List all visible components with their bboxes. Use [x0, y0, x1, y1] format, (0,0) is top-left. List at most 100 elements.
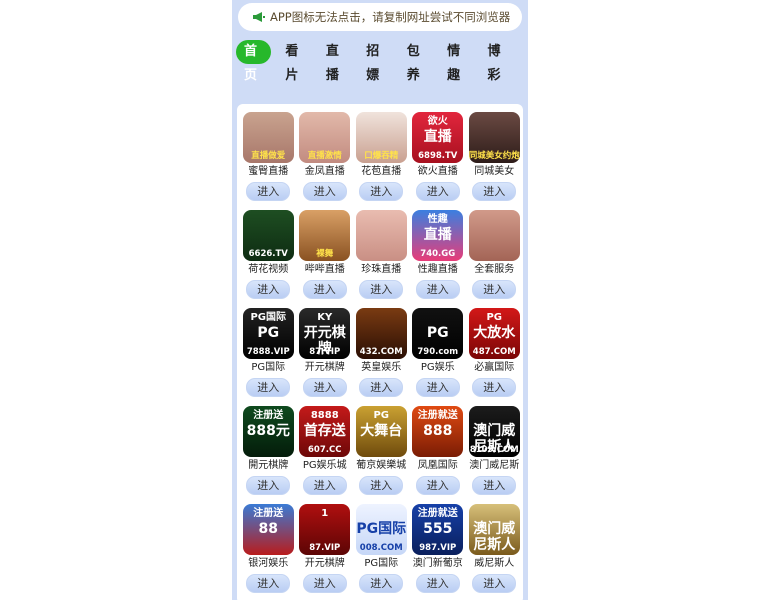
app-thumbnail[interactable]: 口爆吞精 [355, 112, 407, 163]
enter-button[interactable]: 进入 [359, 476, 404, 495]
enter-button[interactable]: 进入 [246, 476, 291, 495]
app-tile[interactable]: 口爆吞精 花苞直播 进入 [353, 112, 410, 210]
app-tile[interactable]: 注册送 888元 開元棋牌 进入 [240, 406, 297, 504]
thumbnail-banner-text: 同城美女约炮 [468, 151, 520, 161]
megaphone-icon [252, 11, 266, 23]
app-thumbnail[interactable]: 注册就送 555 987.VIP [412, 504, 464, 555]
app-tile[interactable]: PG 790.com PG娱乐 进入 [410, 308, 467, 406]
enter-button[interactable]: 进入 [415, 574, 460, 593]
app-name: 威尼斯人 [474, 558, 515, 569]
thumbnail-bot-text: 487.COM [472, 347, 516, 357]
enter-button[interactable]: 进入 [246, 574, 291, 593]
enter-button[interactable]: 进入 [246, 182, 291, 201]
app-thumbnail[interactable]: 性趣 直播 740.GG [412, 210, 464, 261]
app-thumbnail[interactable]: 8888 首存送 607.CC [299, 406, 351, 457]
app-thumbnail[interactable]: PG 790.com [412, 308, 464, 359]
app-thumbnail[interactable]: 432.COM [355, 308, 407, 359]
thumbnail-banner-text: 直播激情 [307, 151, 342, 161]
app-row: 6626.TV 荷花视频 进入 裸舞 哔哔直播 进入 珍珠直播 进入 性趣 直播 740.GG 性趣直… [240, 210, 523, 308]
enter-button[interactable]: 进入 [472, 574, 517, 593]
enter-button[interactable]: 进入 [415, 182, 460, 201]
nav-item-adult[interactable]: 情趣 [443, 40, 470, 83]
app-name: 澳门威尼斯 [469, 460, 520, 471]
app-tile[interactable]: 澳门威尼斯人威尼斯人进入 [466, 504, 523, 600]
app-thumbnail[interactable] [355, 210, 407, 261]
enter-button[interactable]: 进入 [415, 280, 460, 299]
app-tile[interactable]: 性趣 直播 740.GG 性趣直播 进入 [410, 210, 467, 308]
app-tile[interactable]: PG 大舞台 葡京娱樂城 进入 [353, 406, 410, 504]
enter-button[interactable]: 进入 [246, 280, 291, 299]
app-tile[interactable]: 珍珠直播 进入 [353, 210, 410, 308]
app-tile[interactable]: 直播做爱蜜臀直播进入 [240, 112, 297, 210]
app-tile[interactable]: 同城美女约炮 同城美女 进入 [466, 112, 523, 210]
app-thumbnail[interactable]: 澳门威尼斯人 8109.COM [468, 406, 520, 457]
app-thumbnail[interactable]: 6626.TV [242, 210, 294, 261]
app-thumbnail[interactable]: 直播激情 [299, 112, 351, 163]
app-thumbnail[interactable]: KY 开元棋牌 87.VIP [299, 308, 351, 359]
enter-button[interactable]: 进入 [302, 182, 347, 201]
app-tile[interactable]: PG 大放水 487.COM 必赢国际 进入 [466, 308, 523, 406]
app-row: PG国际 PG 7888.VIP PG国际 进入 KY 开元棋牌 87.VIP 开元棋牌 进入 43… [240, 308, 523, 406]
app-tile[interactable]: 注册就送 555 987.VIP 澳门新葡京进入 [410, 504, 467, 600]
app-tile[interactable]: 直播激情 金凤直播 进入 [297, 112, 354, 210]
app-tile[interactable]: 8888 首存送 607.CC PG娱乐城 进入 [297, 406, 354, 504]
enter-button[interactable]: 进入 [359, 280, 404, 299]
thumbnail-mid-text: 888 [423, 423, 453, 439]
app-name: 澳门新葡京 [412, 558, 463, 569]
app-tile[interactable]: 澳门威尼斯人 8109.COM 澳门威尼斯进入 [466, 406, 523, 504]
app-tile[interactable]: 1 87.VIP 开元棋牌 进入 [297, 504, 354, 600]
thumbnail-banner-text: 口爆吞精 [364, 151, 399, 161]
nav-item-home[interactable]: 首页 [236, 40, 272, 83]
enter-button[interactable]: 进入 [302, 574, 347, 593]
app-tile[interactable]: 裸舞 哔哔直播 进入 [297, 210, 354, 308]
enter-button[interactable]: 进入 [472, 476, 517, 495]
nav-item-videos[interactable]: 看片 [281, 40, 308, 83]
app-thumbnail[interactable]: PG国际 008.COM [355, 504, 407, 555]
enter-button[interactable]: 进入 [415, 378, 460, 397]
nav-item-keep[interactable]: 包养 [403, 40, 430, 83]
enter-button[interactable]: 进入 [359, 574, 404, 593]
app-name: 蜜臀直播 [248, 166, 289, 177]
nav-item-gambling[interactable]: 博彩 [484, 40, 511, 83]
app-thumbnail[interactable]: 澳门威尼斯人 [468, 504, 520, 555]
enter-button[interactable]: 进入 [302, 476, 347, 495]
enter-button[interactable]: 进入 [472, 280, 517, 299]
app-thumbnail[interactable]: 同城美女约炮 [468, 112, 520, 163]
nav-item-escort[interactable]: 招嫖 [362, 40, 389, 83]
enter-button[interactable]: 进入 [302, 378, 347, 397]
app-tile[interactable]: 欲火 直播 6898.TV 欲火直播 进入 [410, 112, 467, 210]
app-thumbnail[interactable]: PG国际 PG 7888.VIP [242, 308, 294, 359]
app-tile[interactable]: PG国际 PG 7888.VIP PG国际 进入 [240, 308, 297, 406]
thumbnail-bot-text: 008.COM [359, 543, 403, 553]
app-thumbnail[interactable]: PG 大舞台 [355, 406, 407, 457]
enter-button[interactable]: 进入 [415, 476, 460, 495]
enter-button[interactable]: 进入 [246, 378, 291, 397]
enter-button[interactable]: 进入 [302, 280, 347, 299]
thumbnail-bot-text: 6898.TV [418, 151, 458, 161]
enter-button[interactable]: 进入 [359, 378, 404, 397]
app-tile[interactable]: 注册就送 888 凤凰国际 进入 [410, 406, 467, 504]
app-row: 直播做爱 蜜臀直播 进入 直播激情 金凤直播 进入 口爆吞精 花苞直播 进入 欲火 直播 6898.T… [240, 112, 523, 210]
app-thumbnail[interactable]: 注册送 88 [242, 504, 294, 555]
app-tile[interactable]: KY 开元棋牌 87.VIP 开元棋牌 进入 [297, 308, 354, 406]
app-thumbnail[interactable] [468, 210, 520, 261]
app-thumbnail[interactable]: 欲火 直播 6898.TV [412, 112, 464, 163]
app-tile[interactable]: 6626.TV 荷花视频 进入 [240, 210, 297, 308]
thumbnail-top-text: PG [486, 312, 503, 323]
app-thumbnail[interactable]: 直播做爱 [242, 112, 294, 163]
app-tile[interactable]: 注册送 88 银河娱乐 进入 [240, 504, 297, 600]
enter-button[interactable]: 进入 [472, 182, 517, 201]
enter-button[interactable]: 进入 [359, 182, 404, 201]
app-thumbnail[interactable]: 注册就送 888 [412, 406, 464, 457]
app-tile[interactable]: PG国际 008.COM PG国际 进入 [353, 504, 410, 600]
app-thumbnail[interactable]: 裸舞 [299, 210, 351, 261]
thumbnail-top-text: PG [373, 410, 390, 421]
app-tile[interactable]: 432.COM 英皇娱乐 进入 [353, 308, 410, 406]
app-thumbnail[interactable]: PG 大放水 487.COM [468, 308, 520, 359]
app-thumbnail[interactable]: 注册送 888元 [242, 406, 294, 457]
app-thumbnail[interactable]: 1 87.VIP [299, 504, 351, 555]
nav-item-live[interactable]: 直播 [322, 40, 349, 83]
enter-button[interactable]: 进入 [472, 378, 517, 397]
app-tile[interactable]: 全套服务 进入 [466, 210, 523, 308]
thumbnail-bot-text: 8109.COM [469, 445, 519, 455]
